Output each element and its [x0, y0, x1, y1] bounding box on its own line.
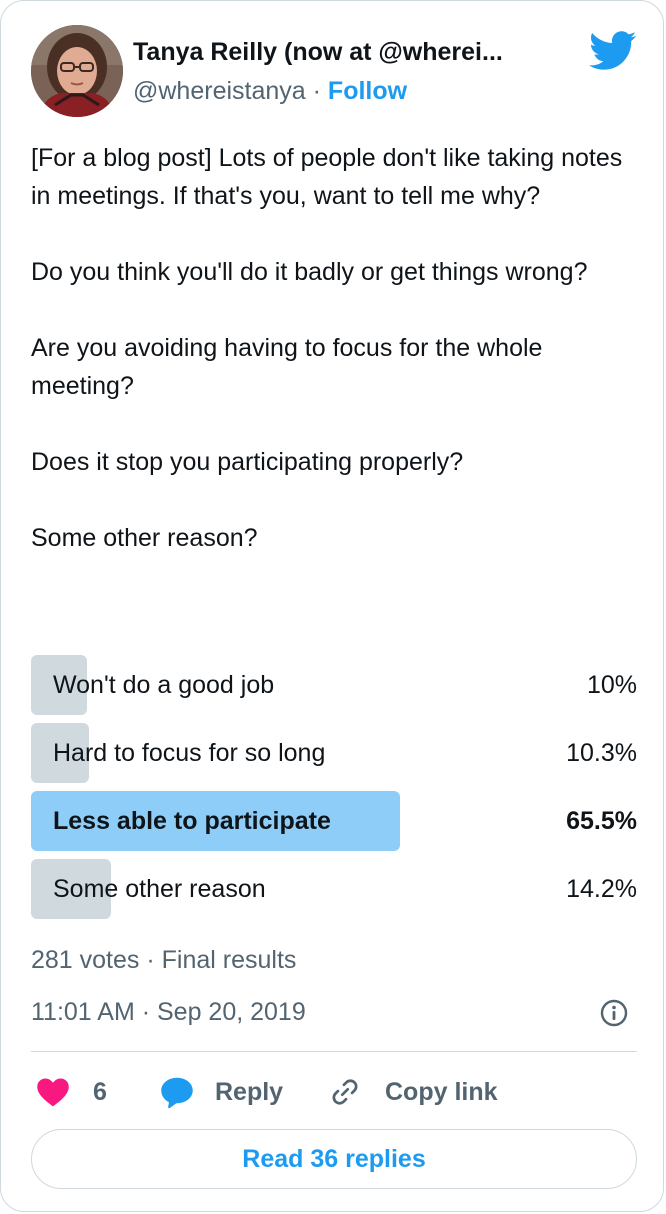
poll-option-label: Won't do a good job	[53, 671, 275, 699]
read-replies-button[interactable]: Read 36 replies	[31, 1129, 637, 1189]
info-circle-icon[interactable]	[599, 998, 629, 1028]
link-icon	[327, 1074, 363, 1110]
copy-link-button[interactable]: Copy link	[327, 1071, 498, 1113]
poll-option: Won't do a good job 10%	[31, 655, 637, 715]
avatar-image	[31, 25, 123, 117]
copy-link-label: Copy link	[385, 1077, 498, 1106]
poll-option-percent: 10%	[586, 671, 637, 699]
poll-option-label: Less able to participate	[53, 807, 331, 835]
poll-option-percent: 10.3%	[566, 739, 637, 767]
tweet-card: Tanya Reilly (now at @wherei... @whereis…	[0, 0, 664, 1212]
poll-option: Some other reason 14.2%	[31, 859, 637, 919]
author-handle[interactable]: @whereistanya	[133, 77, 306, 105]
poll-option: Less able to participate 65.5%	[31, 791, 637, 851]
poll-option-label: Hard to focus for so long	[53, 739, 326, 767]
follow-button[interactable]: Follow	[328, 77, 407, 105]
tweet-paragraph: Are you avoiding having to focus for the…	[31, 334, 543, 400]
speech-bubble-icon	[159, 1074, 195, 1110]
reply-button[interactable]: Reply	[159, 1071, 283, 1113]
poll-option-percent: 14.2%	[566, 875, 637, 903]
tweet-text: [For a blog post] Lots of people don't l…	[31, 139, 641, 557]
divider	[31, 1051, 637, 1052]
author-handle-line: @whereistanya · Follow	[133, 75, 407, 107]
poll-option: Hard to focus for so long 10.3%	[31, 723, 637, 783]
poll-option-percent: 65.5%	[566, 807, 637, 835]
tweet-paragraph: Some other reason?	[31, 524, 258, 552]
tweet-timestamp[interactable]: 11:01 AM · Sep 20, 2019	[31, 995, 306, 1029]
twitter-bird-icon[interactable]	[589, 31, 637, 71]
poll: Won't do a good job 10% Hard to focus fo…	[31, 655, 637, 927]
handle-separator: ·	[312, 77, 321, 105]
reply-label: Reply	[215, 1077, 284, 1106]
poll-option-label: Some other reason	[53, 875, 266, 903]
poll-results-summary: 281 votes · Final results	[31, 946, 297, 974]
tweet-paragraph: [For a blog post] Lots of people don't l…	[31, 144, 623, 210]
tweet-paragraph: Does it stop you participating properly?	[31, 448, 464, 476]
action-bar: 6 Reply Copy link	[31, 1071, 637, 1113]
author-name[interactable]: Tanya Reilly (now at @wherei...	[133, 35, 573, 69]
like-button[interactable]: 6	[35, 1071, 107, 1113]
avatar[interactable]	[31, 25, 123, 117]
tweet-paragraph: Do you think you'll do it badly or get t…	[31, 258, 588, 286]
like-count: 6	[93, 1077, 107, 1106]
heart-icon	[35, 1074, 71, 1110]
